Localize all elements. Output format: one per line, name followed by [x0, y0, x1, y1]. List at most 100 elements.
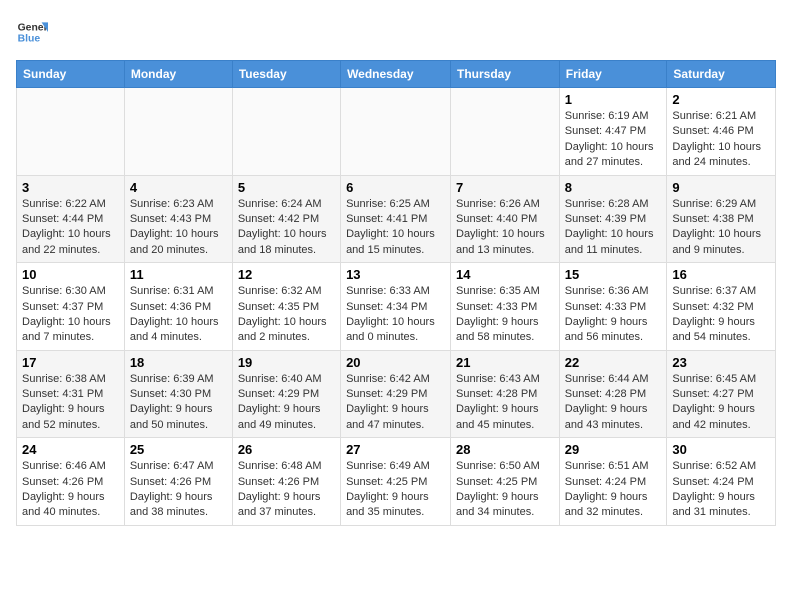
weekday-header-thursday: Thursday — [451, 61, 560, 88]
calendar-cell: 1Sunrise: 6:19 AM Sunset: 4:47 PM Daylig… — [559, 88, 667, 176]
day-info: Sunrise: 6:26 AM Sunset: 4:40 PM Dayligh… — [456, 197, 554, 259]
calendar-week-5: 24 Sunrise: 6:46 AM Sunset: 4:26 PM Dayli… — [17, 438, 776, 526]
day-info: Sunrise: 6:29 AM Sunset: 4:38 PM Dayligh… — [672, 197, 770, 259]
calendar-week-3: 10 Sunrise: 6:30 AM Sunset: 4:37 PM Dayli… — [17, 263, 776, 351]
day-info: Sunrise: 6:39 AM Sunset: 4:30 PM Dayligh… — [130, 372, 227, 434]
day-info: Sunrise: 6:40 AM Sunset: 4:29 PM Dayligh… — [238, 372, 335, 434]
day-info: Sunrise: 6:49 AM Sunset: 4:25 PM Dayligh… — [346, 459, 445, 521]
day-number: 3 — [22, 180, 119, 195]
calendar-cell: 11Sunrise: 6:31 AM Sunset: 4:36 PM Dayli… — [124, 263, 232, 351]
calendar-cell: 20 Sunrise: 6:42 AM Sunset: 4:29 PM Dayli… — [341, 350, 451, 438]
day-number: 10 — [22, 267, 119, 282]
calendar-week-2: 3 Sunrise: 6:22 AM Sunset: 4:44 PM Daylig… — [17, 175, 776, 263]
calendar-cell: 8 Sunrise: 6:28 AM Sunset: 4:39 PM Daylig… — [559, 175, 667, 263]
calendar-week-1: 1Sunrise: 6:19 AM Sunset: 4:47 PM Daylig… — [17, 88, 776, 176]
day-info: Sunrise: 6:50 AM Sunset: 4:25 PM Dayligh… — [456, 459, 554, 521]
calendar-cell: 14 Sunrise: 6:35 AM Sunset: 4:33 PM Dayli… — [451, 263, 560, 351]
logo: General Blue — [16, 16, 48, 48]
calendar-cell: 7 Sunrise: 6:26 AM Sunset: 4:40 PM Daylig… — [451, 175, 560, 263]
day-info: Sunrise: 6:36 AM Sunset: 4:33 PM Dayligh… — [565, 284, 662, 346]
calendar-cell: 22 Sunrise: 6:44 AM Sunset: 4:28 PM Dayli… — [559, 350, 667, 438]
calendar-cell: 29Sunrise: 6:51 AM Sunset: 4:24 PM Dayli… — [559, 438, 667, 526]
day-number: 9 — [672, 180, 770, 195]
weekday-header-saturday: Saturday — [667, 61, 776, 88]
day-info: Sunrise: 6:25 AM Sunset: 4:41 PM Dayligh… — [346, 197, 445, 259]
page-header: General Blue — [16, 16, 776, 48]
day-info: Sunrise: 6:33 AM Sunset: 4:34 PM Dayligh… — [346, 284, 445, 346]
calendar-cell: 6 Sunrise: 6:25 AM Sunset: 4:41 PM Daylig… — [341, 175, 451, 263]
day-info: Sunrise: 6:38 AM Sunset: 4:31 PM Dayligh… — [22, 372, 119, 434]
day-info: Sunrise: 6:48 AM Sunset: 4:26 PM Dayligh… — [238, 459, 335, 521]
day-number: 23 — [672, 355, 770, 370]
calendar-cell — [232, 88, 340, 176]
calendar-cell — [341, 88, 451, 176]
day-info: Sunrise: 6:21 AM Sunset: 4:46 PM Dayligh… — [672, 109, 770, 171]
day-info: Sunrise: 6:31 AM Sunset: 4:36 PM Dayligh… — [130, 284, 227, 346]
day-info: Sunrise: 6:32 AM Sunset: 4:35 PM Dayligh… — [238, 284, 335, 346]
day-info: Sunrise: 6:42 AM Sunset: 4:29 PM Dayligh… — [346, 372, 445, 434]
day-info: Sunrise: 6:22 AM Sunset: 4:44 PM Dayligh… — [22, 197, 119, 259]
calendar-cell — [451, 88, 560, 176]
day-number: 27 — [346, 442, 445, 457]
calendar-body: 1Sunrise: 6:19 AM Sunset: 4:47 PM Daylig… — [17, 88, 776, 526]
day-number: 19 — [238, 355, 335, 370]
day-number: 14 — [456, 267, 554, 282]
day-info: Sunrise: 6:35 AM Sunset: 4:33 PM Dayligh… — [456, 284, 554, 346]
logo-icon: General Blue — [16, 16, 48, 48]
day-number: 21 — [456, 355, 554, 370]
day-number: 1 — [565, 92, 662, 107]
calendar-cell: 27 Sunrise: 6:49 AM Sunset: 4:25 PM Dayli… — [341, 438, 451, 526]
calendar-cell: 5 Sunrise: 6:24 AM Sunset: 4:42 PM Daylig… — [232, 175, 340, 263]
day-info: Sunrise: 6:46 AM Sunset: 4:26 PM Dayligh… — [22, 459, 119, 521]
day-number: 13 — [346, 267, 445, 282]
day-number: 8 — [565, 180, 662, 195]
day-info: Sunrise: 6:47 AM Sunset: 4:26 PM Dayligh… — [130, 459, 227, 521]
day-info: Sunrise: 6:24 AM Sunset: 4:42 PM Dayligh… — [238, 197, 335, 259]
calendar-cell: 30 Sunrise: 6:52 AM Sunset: 4:24 PM Dayli… — [667, 438, 776, 526]
svg-text:Blue: Blue — [18, 34, 41, 45]
calendar-cell: 25 Sunrise: 6:47 AM Sunset: 4:26 PM Dayli… — [124, 438, 232, 526]
day-number: 30 — [672, 442, 770, 457]
day-number: 5 — [238, 180, 335, 195]
day-number: 6 — [346, 180, 445, 195]
day-number: 24 — [22, 442, 119, 457]
weekday-header-friday: Friday — [559, 61, 667, 88]
day-number: 2 — [672, 92, 770, 107]
day-info: Sunrise: 6:44 AM Sunset: 4:28 PM Dayligh… — [565, 372, 662, 434]
day-number: 16 — [672, 267, 770, 282]
calendar-cell — [124, 88, 232, 176]
day-number: 22 — [565, 355, 662, 370]
day-info: Sunrise: 6:52 AM Sunset: 4:24 PM Dayligh… — [672, 459, 770, 521]
calendar-cell: 3 Sunrise: 6:22 AM Sunset: 4:44 PM Daylig… — [17, 175, 125, 263]
calendar-cell: 28 Sunrise: 6:50 AM Sunset: 4:25 PM Dayli… — [451, 438, 560, 526]
calendar-cell: 21Sunrise: 6:43 AM Sunset: 4:28 PM Dayli… — [451, 350, 560, 438]
calendar-cell: 12 Sunrise: 6:32 AM Sunset: 4:35 PM Dayli… — [232, 263, 340, 351]
calendar-cell: 16Sunrise: 6:37 AM Sunset: 4:32 PM Dayli… — [667, 263, 776, 351]
day-number: 17 — [22, 355, 119, 370]
weekday-header-sunday: Sunday — [17, 61, 125, 88]
calendar-cell: 17 Sunrise: 6:38 AM Sunset: 4:31 PM Dayli… — [17, 350, 125, 438]
day-info: Sunrise: 6:30 AM Sunset: 4:37 PM Dayligh… — [22, 284, 119, 346]
day-number: 25 — [130, 442, 227, 457]
weekday-header-monday: Monday — [124, 61, 232, 88]
calendar-cell: 9 Sunrise: 6:29 AM Sunset: 4:38 PM Daylig… — [667, 175, 776, 263]
day-number: 7 — [456, 180, 554, 195]
day-info: Sunrise: 6:23 AM Sunset: 4:43 PM Dayligh… — [130, 197, 227, 259]
calendar-cell: 26 Sunrise: 6:48 AM Sunset: 4:26 PM Dayli… — [232, 438, 340, 526]
day-number: 15 — [565, 267, 662, 282]
calendar-cell: 24 Sunrise: 6:46 AM Sunset: 4:26 PM Dayli… — [17, 438, 125, 526]
calendar-cell: 18Sunrise: 6:39 AM Sunset: 4:30 PM Dayli… — [124, 350, 232, 438]
calendar-cell: 4Sunrise: 6:23 AM Sunset: 4:43 PM Daylig… — [124, 175, 232, 263]
day-info: Sunrise: 6:45 AM Sunset: 4:27 PM Dayligh… — [672, 372, 770, 434]
day-number: 28 — [456, 442, 554, 457]
weekday-header-tuesday: Tuesday — [232, 61, 340, 88]
calendar-cell: 23 Sunrise: 6:45 AM Sunset: 4:27 PM Dayli… — [667, 350, 776, 438]
calendar-cell: 15 Sunrise: 6:36 AM Sunset: 4:33 PM Dayli… — [559, 263, 667, 351]
day-info: Sunrise: 6:28 AM Sunset: 4:39 PM Dayligh… — [565, 197, 662, 259]
day-number: 12 — [238, 267, 335, 282]
calendar-week-4: 17 Sunrise: 6:38 AM Sunset: 4:31 PM Dayli… — [17, 350, 776, 438]
calendar-table: SundayMondayTuesdayWednesdayThursdayFrid… — [16, 60, 776, 526]
calendar-cell — [17, 88, 125, 176]
day-number: 20 — [346, 355, 445, 370]
day-number: 26 — [238, 442, 335, 457]
